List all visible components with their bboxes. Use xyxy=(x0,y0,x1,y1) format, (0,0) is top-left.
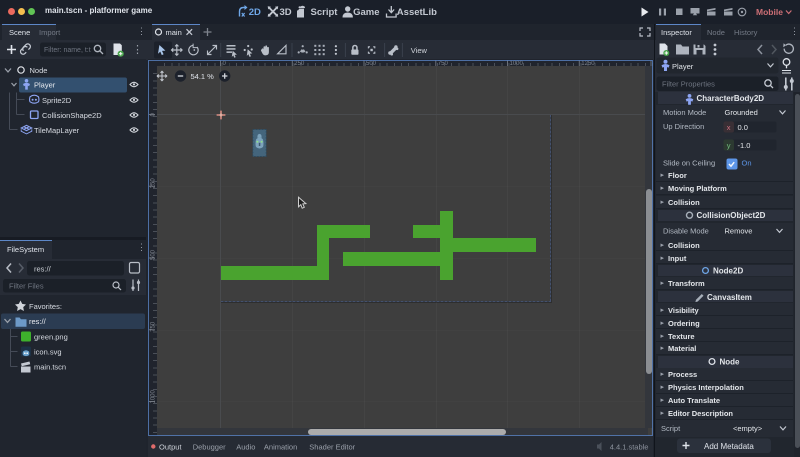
svg-text:Filter: name, t:t: Filter: name, t:t xyxy=(44,47,91,54)
svg-text:3D: 3D xyxy=(280,7,292,18)
svg-text:res://: res:// xyxy=(29,317,47,326)
svg-text:Favorites:: Favorites: xyxy=(29,302,62,311)
svg-text:Up Direction: Up Direction xyxy=(663,122,704,131)
svg-text:Debugger: Debugger xyxy=(193,442,226,451)
svg-text:green.png: green.png xyxy=(34,332,68,341)
svg-text:CanvasItem: CanvasItem xyxy=(707,293,752,302)
svg-text:-1.0: -1.0 xyxy=(738,141,751,150)
svg-text:0.0: 0.0 xyxy=(738,123,748,132)
svg-text:Filter Files: Filter Files xyxy=(9,282,44,291)
svg-text:Game: Game xyxy=(353,7,379,18)
svg-text:Node: Node xyxy=(720,358,741,367)
svg-text:Grounded: Grounded xyxy=(725,108,758,117)
svg-text:Output: Output xyxy=(159,442,182,451)
svg-text:2D: 2D xyxy=(249,7,261,18)
svg-text:Add Metadata: Add Metadata xyxy=(704,442,754,451)
svg-text:Mobile: Mobile xyxy=(756,7,783,17)
svg-text:CollisionShape2D: CollisionShape2D xyxy=(42,111,102,120)
svg-text:View: View xyxy=(411,46,428,55)
svg-text:Player: Player xyxy=(672,62,694,71)
svg-text:Animation: Animation xyxy=(264,442,297,451)
svg-text:Filter Properties: Filter Properties xyxy=(662,80,715,89)
svg-text:Disable Mode: Disable Mode xyxy=(663,226,709,235)
svg-text:Script: Script xyxy=(311,7,339,18)
svg-text:Sprite2D: Sprite2D xyxy=(42,96,72,105)
svg-text:Player: Player xyxy=(34,80,56,89)
svg-text:Script: Script xyxy=(661,424,681,433)
svg-text:Audio: Audio xyxy=(236,442,255,451)
svg-text:Slide on Ceiling: Slide on Ceiling xyxy=(663,158,715,167)
svg-text:Node2D: Node2D xyxy=(713,267,743,276)
svg-text:4.4.1.stable: 4.4.1.stable xyxy=(610,442,649,451)
svg-text:⋮: ⋮ xyxy=(132,44,143,56)
svg-text:Motion Mode: Motion Mode xyxy=(663,108,706,117)
svg-text:AssetLib: AssetLib xyxy=(397,7,437,18)
svg-text:Shader Editor: Shader Editor xyxy=(309,442,355,451)
svg-text:main.tscn: main.tscn xyxy=(34,362,66,371)
svg-text:res://: res:// xyxy=(34,265,52,274)
svg-text:y: y xyxy=(727,141,731,150)
svg-text:Remove: Remove xyxy=(725,226,753,235)
svg-text:<empty>: <empty> xyxy=(733,424,763,433)
svg-text:TileMapLayer: TileMapLayer xyxy=(34,126,80,135)
svg-text:CharacterBody2D: CharacterBody2D xyxy=(697,94,765,103)
svg-text:main: main xyxy=(166,28,182,37)
svg-text:icon.svg: icon.svg xyxy=(34,347,62,356)
svg-text:x: x xyxy=(727,123,731,132)
svg-text:Node: Node xyxy=(30,66,48,75)
svg-text:On: On xyxy=(742,158,752,167)
svg-text:CollisionObject2D: CollisionObject2D xyxy=(697,211,766,220)
